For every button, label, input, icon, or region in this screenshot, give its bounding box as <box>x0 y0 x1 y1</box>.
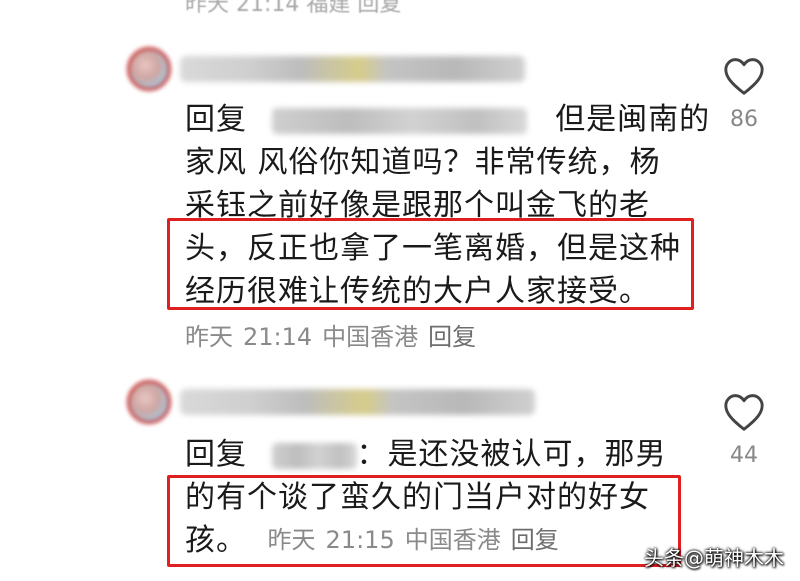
watermark: 头条@萌神木木 <box>644 546 784 570</box>
reply-prefix: 回复 <box>185 437 247 472</box>
comment-line: 的有个谈了蛮久的门当户对的好女 <box>185 480 650 515</box>
comment-line: 但是闽南的 <box>555 102 711 137</box>
comment-line: 头，反正也拿了一笔离婚，但是这种 <box>185 231 681 266</box>
comment-line: 经历很难让传统的大户人家接受。 <box>185 274 650 309</box>
comment-line: 家风 风俗你知道吗？非常传统，杨 <box>185 145 661 180</box>
avatar[interactable] <box>127 47 171 91</box>
comment-time: 21:14 <box>243 323 313 351</box>
heart-outline-icon[interactable] <box>722 56 766 96</box>
comment-location: 中国香港 <box>322 323 419 351</box>
comment-date: 昨天 <box>185 323 233 351</box>
comment-line: 孩。 <box>185 523 247 558</box>
comment-meta: 昨天 21:14 中国香港 回复 <box>185 317 486 352</box>
reply-button[interactable]: 回复 <box>511 526 559 554</box>
username-blurred[interactable] <box>180 56 525 82</box>
avatar[interactable] <box>127 380 171 424</box>
comment-line: 采钰之前好像是跟那个叫金飞的老 <box>185 188 650 223</box>
like-count: 44 <box>730 443 758 468</box>
like-count: 86 <box>730 107 758 132</box>
mentioned-user-blurred[interactable] <box>271 442 357 469</box>
comment-body: 回复 ：是还没被认可，那男 的有个谈了蛮久的门当户对的好女 孩。 昨天 21:15… <box>185 433 667 562</box>
like-button[interactable] <box>722 56 766 100</box>
reply-prefix: 回复 <box>185 102 247 137</box>
comment-body: 回复 但是闽南的 家风 风俗你知道吗？非常传统，杨 采钰之前好像是跟那个叫金飞的… <box>185 98 710 313</box>
username-blurred[interactable] <box>180 389 535 415</box>
comment-line: ：是还没被认可，那男 <box>356 437 667 472</box>
comment-location: 中国香港 <box>404 526 501 554</box>
comment-date: 昨天 <box>267 526 316 554</box>
reply-button[interactable]: 回复 <box>428 323 476 351</box>
like-button[interactable] <box>722 392 766 436</box>
comment-meta: 昨天 21:15 中国香港 回复 <box>268 526 569 554</box>
mentioned-user-blurred[interactable] <box>271 107 527 134</box>
comment-time: 21:15 <box>325 526 395 554</box>
heart-outline-icon[interactable] <box>722 392 766 432</box>
previous-comment-meta: 昨天 21:14 福建 回复 <box>185 0 402 17</box>
